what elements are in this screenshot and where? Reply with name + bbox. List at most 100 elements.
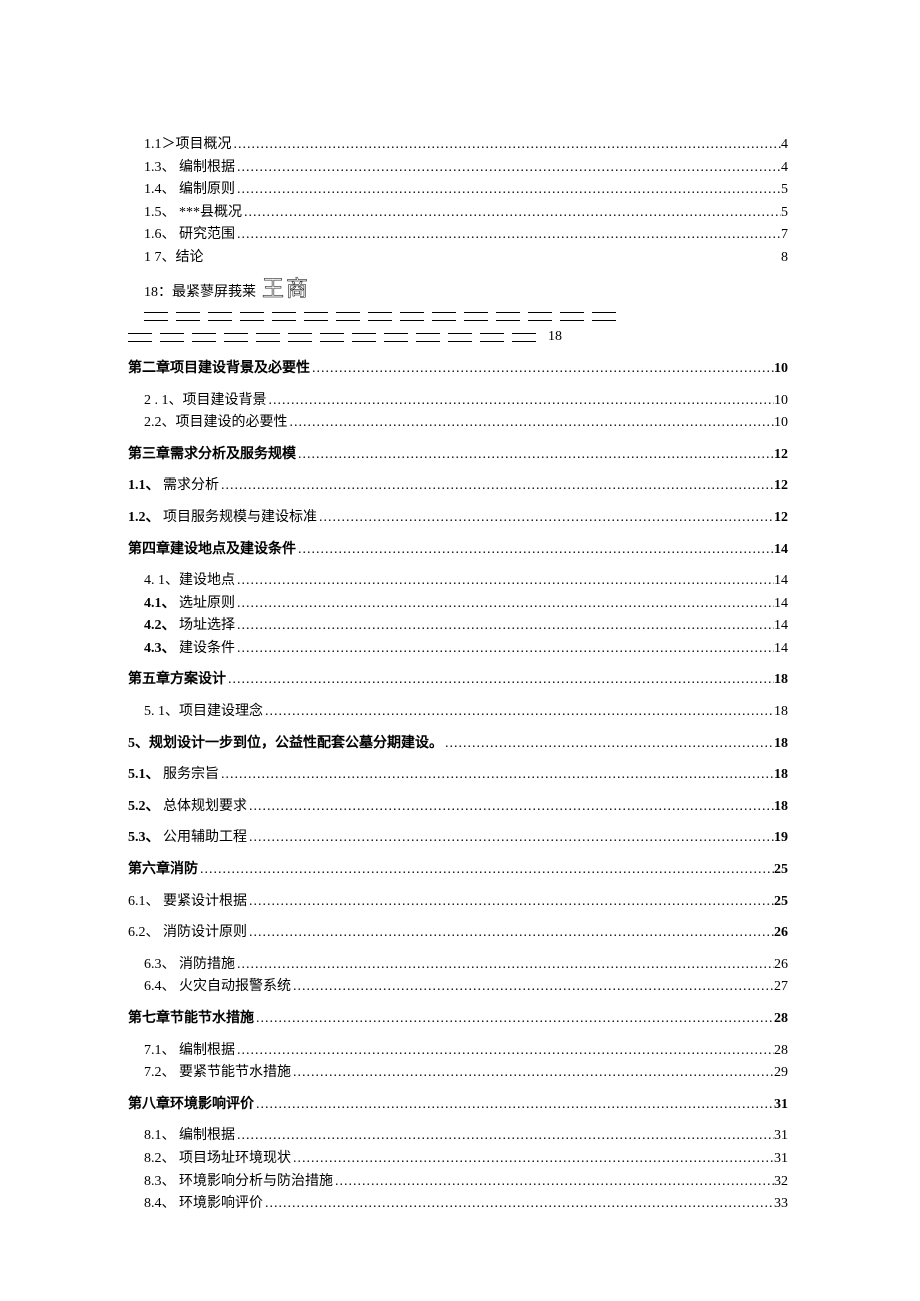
- toc-dots: [247, 923, 774, 943]
- toc-page: 12: [774, 445, 788, 465]
- toc-page: 18: [774, 765, 788, 785]
- toc-chapter-3: 第三章需求分析及服务规模 12: [128, 445, 788, 465]
- toc-dots: [443, 734, 774, 754]
- toc-chapter-2: 第二章项目建设背景及必要性 10: [128, 359, 788, 379]
- toc-label: 8.1、 编制根据: [144, 1126, 235, 1146]
- toc-entry-6-2: 6.2、 消防设计原则 26: [128, 923, 788, 943]
- toc-entry-5-plan: 5、规划设计一步到位，公益性配套公墓分期建设。 18: [128, 734, 788, 754]
- toc-label: 6.1、 要紧设计根据: [128, 892, 247, 912]
- toc-label: 6.4、 火灾自动报警系统: [144, 977, 291, 997]
- toc-page: 29: [774, 1063, 788, 1083]
- toc-label: 4.3、 建设条件: [144, 639, 235, 659]
- toc-entry-5-1a: 5.1、 服务宗旨 18: [128, 765, 788, 785]
- toc-entry-1-4: 1.4、 编制原则 5: [128, 180, 788, 200]
- toc-label: 6.3、 消防措施: [144, 955, 235, 975]
- toc-page: 33: [774, 1194, 788, 1214]
- toc-entry-7-2: 7.2、 要紧节能节水措施 29: [128, 1063, 788, 1083]
- toc-chapter-5: 第五章方案设计 18: [128, 670, 788, 690]
- toc-dots: [254, 1095, 774, 1115]
- toc-dots: [288, 413, 775, 433]
- toc-label: 5.2、 总体规划要求: [128, 797, 247, 817]
- toc-label: 1.4、 编制原则: [144, 180, 235, 200]
- toc-dots: [247, 828, 774, 848]
- toc-page: 26: [774, 923, 788, 943]
- toc-page: 31: [774, 1126, 788, 1146]
- toc-label: 第二章项目建设背景及必要性: [128, 359, 310, 379]
- toc-page: 25: [774, 892, 788, 912]
- toc-page: 10: [774, 413, 788, 433]
- toc-page: 4: [781, 135, 788, 155]
- toc-chapter-8: 第八章环境影响评价 31: [128, 1095, 788, 1115]
- toc-entry-2-2: 2.2、项目建设的必要性 10: [128, 413, 788, 433]
- toc-entry-6-4: 6.4、 火灾自动报警系统 27: [128, 977, 788, 997]
- toc-entry-6-1: 6.1、 要紧设计根据 25: [128, 892, 788, 912]
- outline-chars: 王商: [262, 274, 310, 305]
- toc-page: 18: [774, 702, 788, 722]
- toc-label: 5.3、 公用辅助工程: [128, 828, 247, 848]
- toc-dots: [263, 1194, 774, 1214]
- toc-dots: [242, 203, 781, 223]
- toc-label: 1.5、 ***县概况: [144, 203, 242, 223]
- toc-entry-1-5: 1.5、 ***县概况 5: [128, 203, 788, 223]
- toc-page: 26: [774, 955, 788, 975]
- toc-page: 32: [774, 1172, 788, 1192]
- toc-page: 18: [774, 797, 788, 817]
- toc-dots: [235, 180, 781, 200]
- toc-entry-8-4: 8.4、 环境影响评价 33: [128, 1194, 788, 1214]
- toc-entry-1-3: 1.3、 编制根据 4: [128, 158, 788, 178]
- toc-page: 14: [774, 616, 788, 636]
- toc-label: 7.2、 要紧节能节水措施: [144, 1063, 291, 1083]
- toc-dots: [219, 765, 774, 785]
- toc-label: 5、规划设计一步到位，公益性配套公墓分期建设。: [128, 734, 443, 754]
- toc-dots: [235, 594, 774, 614]
- toc-label: 1.3、 编制根据: [144, 158, 235, 178]
- toc-entry-18-special: 18：最紧蓼屏莪莱 王商: [144, 274, 788, 322]
- toc-page: 18: [774, 734, 788, 754]
- toc-entry-1-1: 1.1＞项目概况 4: [128, 135, 788, 155]
- toc-dots: [235, 571, 774, 591]
- toc-entry-1-7: 1 7、结论 8: [128, 248, 788, 268]
- toc-entry-1-6: 1.6、 研究范围 7: [128, 225, 788, 245]
- toc-entry-4-2: 4.2、 场址选择 14: [128, 616, 788, 636]
- dash-row-2: 18: [128, 327, 788, 347]
- toc-label: 8.4、 环境影响评价: [144, 1194, 263, 1214]
- toc-label: 4.2、 场址选择: [144, 616, 235, 636]
- toc-chapter-7: 第七章节能节水措施 28: [128, 1009, 788, 1029]
- toc-label-prefix: 18：最紧蓼屏莪莱: [144, 283, 256, 303]
- toc-page: 12: [774, 508, 788, 528]
- dash-row-1: [144, 312, 616, 321]
- toc-dots: [235, 158, 781, 178]
- toc-entry-3-1-2: 1.2、 项目服务规模与建设标准 12: [128, 508, 788, 528]
- toc-page: 8: [781, 248, 788, 268]
- toc-page: 14: [774, 594, 788, 614]
- toc-dots: [235, 1041, 774, 1061]
- toc-entry-5-2: 5.2、 总体规划要求 18: [128, 797, 788, 817]
- toc-entry-5-1: 5. 1、项目建设理念 18: [128, 702, 788, 722]
- toc-label: 第五章方案设计: [128, 670, 226, 690]
- toc-label: 7.1、 编制根据: [144, 1041, 235, 1061]
- toc-entry-4-1a: 4.1、 选址原则 14: [128, 594, 788, 614]
- toc-dots: [296, 445, 774, 465]
- toc-entry-6-3: 6.3、 消防措施 26: [128, 955, 788, 975]
- toc-dots: [267, 391, 775, 411]
- toc-entry-4-1: 4. 1、建设地点 14: [128, 571, 788, 591]
- toc-dots: [232, 135, 782, 155]
- toc-chapter-6: 第六章消防 25: [128, 860, 788, 880]
- toc-page: 31: [774, 1095, 788, 1115]
- toc-dots: [263, 702, 774, 722]
- toc-page: 19: [774, 828, 788, 848]
- toc-dots: [247, 892, 774, 912]
- toc-dots: [296, 540, 774, 560]
- toc-label: 4. 1、建设地点: [144, 571, 235, 591]
- toc-label: 5.1、 服务宗旨: [128, 765, 219, 785]
- toc-label: 1 7、结论: [144, 248, 204, 268]
- toc-dots: [247, 797, 774, 817]
- toc-label: 1.6、 研究范围: [144, 225, 235, 245]
- toc-label: 8.2、 项目场址环境现状: [144, 1149, 291, 1169]
- toc-page: 14: [774, 540, 788, 560]
- toc-page: 28: [774, 1041, 788, 1061]
- toc-label: 2 . 1、项目建设背景: [144, 391, 267, 411]
- toc-dots: [235, 225, 781, 245]
- toc-page: 18: [774, 670, 788, 690]
- toc-entry-8-2: 8.2、 项目场址环境现状 31: [128, 1149, 788, 1169]
